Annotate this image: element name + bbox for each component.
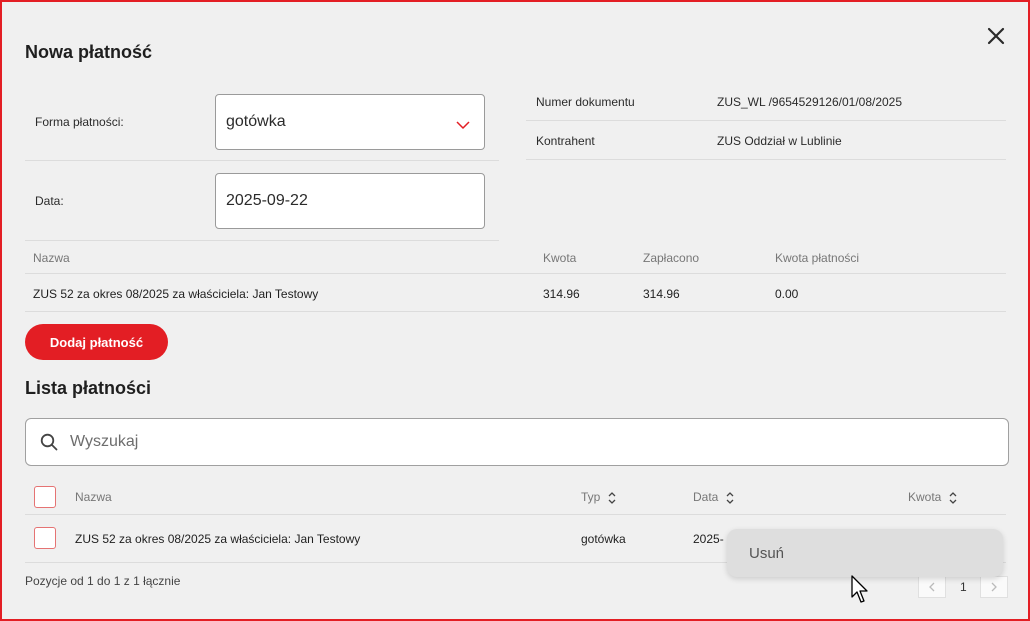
divider [25,311,1006,312]
sort-icon [949,491,957,504]
document-number-value: ZUS_WL /9654529126/01/08/2025 [717,95,903,109]
divider [25,273,1006,274]
summary-cell-name: ZUS 52 za okres 08/2025 za właściciela: … [33,287,319,301]
list-cell-date: 2025- [693,532,724,546]
summary-header-payment-amount: Kwota płatności [775,251,860,265]
row-checkbox[interactable] [34,527,56,549]
contractor-value: ZUS Oddział w Lublinie [717,134,842,148]
chevron-down-icon [456,117,470,135]
summary-header-amount: Kwota [543,251,577,265]
list-header-date-label: Data [693,490,719,504]
pagination-summary: Pozycje od 1 do 1 z 1 łącznie [25,574,181,588]
payment-form-value: gotówka [226,113,286,130]
divider [25,160,499,161]
chevron-right-icon [991,582,997,592]
divider [25,240,499,241]
summary-cell-amount: 314.96 [543,287,580,301]
summary-header-name: Nazwa [33,251,70,265]
summary-cell-paid: 314.96 [643,287,680,301]
mouse-cursor-icon [850,575,870,610]
list-header-name: Nazwa [75,490,112,504]
search-placeholder: Wyszukaj [70,433,139,450]
payment-form-label: Forma płatności: [35,115,124,129]
add-payment-button[interactable]: Dodaj płatność [25,324,168,360]
list-header-amount-label: Kwota [908,490,942,504]
date-label: Data: [35,194,64,208]
list-header-date[interactable]: Data [693,490,734,504]
sort-icon [726,491,734,504]
list-header-type-label: Typ [581,490,601,504]
dialog: Nowa płatność Forma płatności: gotówka D… [0,0,1030,621]
divider [526,120,1006,121]
list-header-amount[interactable]: Kwota [908,490,957,504]
divider [526,159,1006,160]
summary-cell-payment-amount: 0.00 [775,287,799,301]
prev-page-button[interactable] [918,576,946,598]
chevron-left-icon [929,582,935,592]
date-input[interactable]: 2025-09-22 [215,173,485,229]
search-input[interactable]: Wyszukaj [25,418,1009,466]
sort-icon [608,491,616,504]
delete-menu-item[interactable]: Usuń [727,529,1003,577]
dialog-title: Nowa płatność [25,42,153,62]
search-icon [40,433,58,451]
payment-form-select[interactable]: gotówka [215,94,485,150]
list-header-type[interactable]: Typ [581,490,616,504]
next-page-button[interactable] [980,576,1008,598]
current-page[interactable]: 1 [960,580,967,594]
summary-header-paid: Zapłacono [643,251,700,265]
list-cell-name: ZUS 52 za okres 08/2025 za właściciela: … [75,532,361,546]
divider [25,514,1006,515]
list-cell-type: gotówka [581,532,626,546]
close-icon[interactable] [986,26,1006,46]
contractor-label: Kontrahent [536,134,595,148]
document-number-label: Numer dokumentu [536,95,635,109]
select-all-checkbox[interactable] [34,486,56,508]
payments-list-title: Lista płatności [25,378,152,398]
